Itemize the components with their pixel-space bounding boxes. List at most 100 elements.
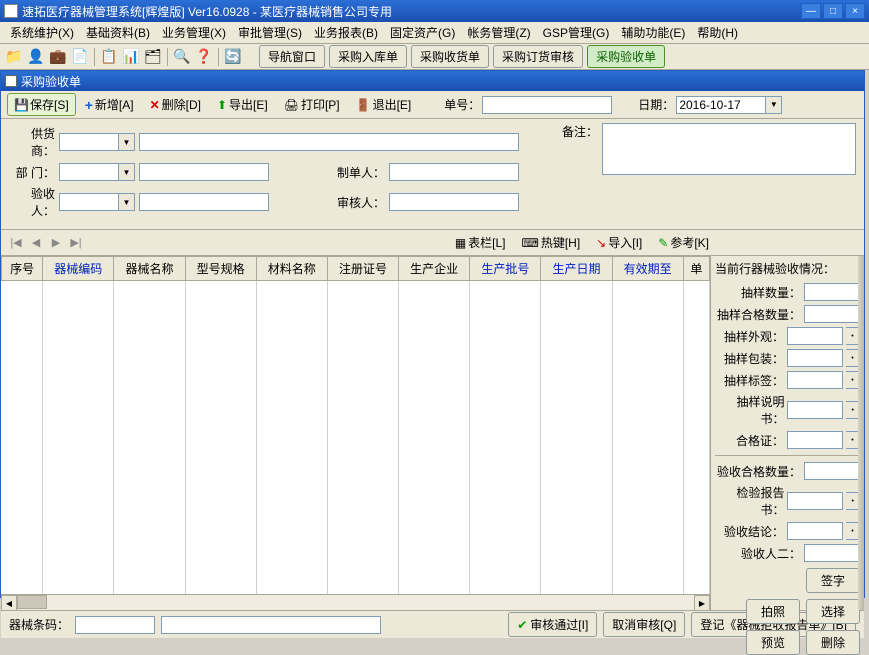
toolbar-icon-4[interactable]: 📄	[70, 47, 90, 67]
minimize-button[interactable]: —	[801, 3, 821, 19]
side-field-input[interactable]	[804, 544, 860, 562]
side-field-input[interactable]	[787, 522, 843, 540]
side-delete-button[interactable]: 删除	[806, 630, 860, 655]
preview-button[interactable]: 预览	[746, 630, 800, 655]
grid-cell[interactable]	[399, 281, 470, 601]
photo-button[interactable]: 拍照	[746, 599, 800, 624]
billno-input[interactable]	[482, 96, 612, 114]
remark-textarea[interactable]	[602, 123, 856, 175]
toolbar-icon-9[interactable]: ❓	[194, 47, 214, 67]
side-field-input[interactable]	[804, 305, 860, 323]
side-field-input[interactable]	[787, 492, 843, 510]
grid-header-0[interactable]: 序号	[2, 257, 43, 281]
grid-cell[interactable]	[43, 281, 114, 601]
nav-button-1[interactable]: 采购入库单	[329, 45, 407, 68]
grid-cell[interactable]	[256, 281, 327, 601]
nav-button-3[interactable]: 采购订货审核	[493, 45, 583, 68]
grid[interactable]: 序号器械编码器械名称型号规格材料名称注册证号生产企业生产批号生产日期有效期至单 …	[1, 256, 710, 610]
toolbar-icon-8[interactable]: 🔍	[172, 47, 192, 67]
grid-header-9[interactable]: 有效期至	[612, 257, 683, 281]
grid-header-1[interactable]: 器械编码	[43, 257, 114, 281]
audit-pass-button[interactable]: ✔审核通过[I]	[508, 612, 597, 637]
maker-input[interactable]	[389, 163, 519, 181]
dept-name-input[interactable]	[139, 163, 269, 181]
menu-item-3[interactable]: 审批管理(S)	[232, 22, 308, 43]
close-button[interactable]: ×	[845, 3, 865, 19]
receiver-name-input[interactable]	[139, 193, 269, 211]
horizontal-scrollbar[interactable]: ◀ ▶	[1, 594, 710, 610]
menu-item-1[interactable]: 基础资料(B)	[80, 22, 156, 43]
side-field-input[interactable]	[787, 349, 843, 367]
toolbar-icon-10[interactable]: 🔄	[223, 47, 243, 67]
add-button[interactable]: +新增[A]	[78, 93, 141, 116]
grid-cell[interactable]	[185, 281, 256, 601]
grid-cell[interactable]	[327, 281, 398, 601]
side-field-input[interactable]	[804, 283, 860, 301]
supplier-name-input[interactable]	[139, 133, 519, 151]
grid-header-10[interactable]: 单	[683, 257, 709, 281]
grid-cell[interactable]	[612, 281, 683, 601]
auditor-input[interactable]	[389, 193, 519, 211]
menu-item-5[interactable]: 固定资产(G)	[384, 22, 461, 43]
grid-header-2[interactable]: 器械名称	[114, 257, 185, 281]
receiver-dropdown-icon[interactable]: ▼	[119, 193, 135, 211]
menu-item-8[interactable]: 辅助功能(E)	[615, 22, 691, 43]
toolbar-icon-3[interactable]: 💼	[48, 47, 68, 67]
grid-header-3[interactable]: 型号规格	[185, 257, 256, 281]
export-button[interactable]: ⬆导出[E]	[210, 93, 275, 116]
grid-cell[interactable]	[2, 281, 43, 601]
vertical-scrollbar[interactable]	[858, 256, 864, 610]
grid-cell[interactable]	[541, 281, 612, 601]
reference-button[interactable]: ✎参考[K]	[651, 231, 716, 254]
date-dropdown-icon[interactable]: ▼	[766, 96, 782, 114]
grid-header-4[interactable]: 材料名称	[256, 257, 327, 281]
grid-header-8[interactable]: 生产日期	[541, 257, 612, 281]
grid-header-6[interactable]: 生产企业	[399, 257, 470, 281]
scroll-right-icon[interactable]: ▶	[694, 595, 710, 610]
menu-item-6[interactable]: 帐务管理(Z)	[461, 22, 536, 43]
audit-cancel-button[interactable]: 取消审核[Q]	[603, 612, 685, 637]
toolbar-icon-2[interactable]: 👤	[26, 47, 46, 67]
nav-button-0[interactable]: 导航窗口	[259, 45, 325, 68]
menu-item-2[interactable]: 业务管理(X)	[156, 22, 232, 43]
hotkey-button[interactable]: ⌨热键[H]	[515, 231, 588, 254]
delete-button[interactable]: ✕删除[D]	[143, 93, 208, 116]
nav-first-icon[interactable]: |◀	[7, 234, 25, 252]
menu-item-9[interactable]: 帮助(H)	[691, 22, 744, 43]
nav-last-icon[interactable]: ▶|	[67, 234, 85, 252]
side-field-input[interactable]	[804, 462, 860, 480]
grid-cell[interactable]	[683, 281, 709, 601]
grid-cell[interactable]	[114, 281, 185, 601]
nav-next-icon[interactable]: ▶	[47, 234, 65, 252]
nav-prev-icon[interactable]: ◀	[27, 234, 45, 252]
nav-button-4[interactable]: 采购验收单	[587, 45, 665, 68]
import-button[interactable]: ↘导入[I]	[589, 231, 649, 254]
save-button[interactable]: 💾保存[S]	[7, 93, 76, 116]
menu-item-4[interactable]: 业务报表(B)	[308, 22, 384, 43]
toolbar-icon-5[interactable]: 📋	[99, 47, 119, 67]
supplier-code-input[interactable]	[59, 133, 119, 151]
supplier-dropdown-icon[interactable]: ▼	[119, 133, 135, 151]
columns-button[interactable]: ▦表栏[L]	[448, 231, 513, 254]
dept-code-input[interactable]	[59, 163, 119, 181]
toolbar-icon-1[interactable]: 📁	[4, 47, 24, 67]
menu-item-7[interactable]: GSP管理(G)	[537, 22, 616, 43]
barcode-input[interactable]	[75, 616, 155, 634]
toolbar-icon-7[interactable]: 🗂	[143, 47, 163, 67]
grid-header-5[interactable]: 注册证号	[327, 257, 398, 281]
grid-header-7[interactable]: 生产批号	[470, 257, 541, 281]
side-field-input[interactable]	[787, 431, 843, 449]
sign-button[interactable]: 签字	[806, 568, 860, 593]
date-input[interactable]	[676, 96, 766, 114]
maximize-button[interactable]: □	[823, 3, 843, 19]
select-button[interactable]: 选择	[806, 599, 860, 624]
receiver-code-input[interactable]	[59, 193, 119, 211]
nav-button-2[interactable]: 采购收货单	[411, 45, 489, 68]
grid-cell[interactable]	[470, 281, 541, 601]
print-button[interactable]: 🖨打印[P]	[277, 93, 347, 116]
side-field-input[interactable]	[787, 401, 843, 419]
toolbar-icon-6[interactable]: 📊	[121, 47, 141, 67]
side-field-input[interactable]	[787, 371, 843, 389]
side-field-input[interactable]	[787, 327, 843, 345]
scroll-left-icon[interactable]: ◀	[1, 595, 17, 610]
